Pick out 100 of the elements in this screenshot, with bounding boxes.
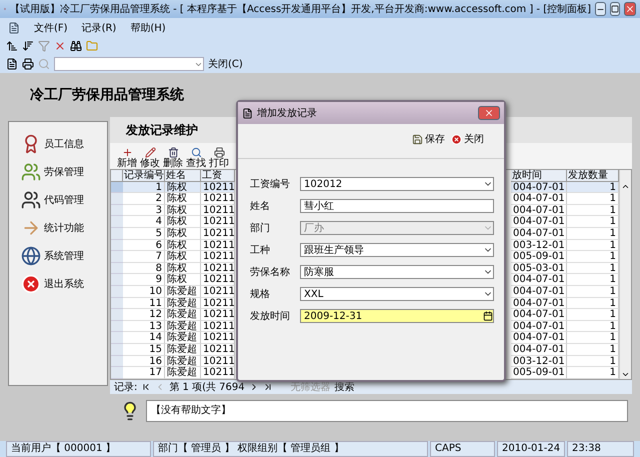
sidebar-item[interactable]: 员工信息	[13, 132, 103, 156]
toolbar-button[interactable]: 修改	[139, 147, 161, 169]
input-field[interactable]: XXL	[300, 287, 494, 301]
row-selector[interactable]	[111, 182, 123, 194]
close-button[interactable]	[624, 2, 636, 16]
table-cell: 陈爱超	[165, 298, 201, 310]
row-selector[interactable]	[111, 228, 123, 240]
menu-item[interactable]: 文件(F)	[34, 20, 68, 34]
table-cell: 1	[567, 286, 619, 298]
menu-item[interactable]: 帮助(H)	[130, 20, 166, 34]
people-icon	[21, 190, 41, 210]
scrollbar[interactable]	[619, 170, 631, 379]
table-cell: 004-07-01	[511, 298, 567, 310]
input-field[interactable]: 彗小红	[300, 199, 494, 213]
search-icon[interactable]	[38, 58, 50, 70]
page-icon[interactable]	[6, 58, 18, 70]
input-field[interactable]: 102012	[300, 177, 494, 191]
column-header[interactable]: 工资	[201, 170, 235, 182]
table-cell: 1	[567, 216, 619, 228]
folder-icon[interactable]	[86, 40, 98, 52]
table-cell: 2	[123, 193, 165, 205]
sort-descending-icon[interactable]	[22, 40, 34, 52]
table-cell: 17	[123, 367, 165, 379]
table-cell: 1	[567, 320, 619, 332]
table-cell: 10211	[201, 251, 235, 263]
row-selector[interactable]	[111, 274, 123, 286]
table-cell: 4	[123, 216, 165, 228]
table-cell: 13	[123, 320, 165, 332]
row-selector[interactable]	[111, 204, 123, 216]
row-selector[interactable]	[111, 251, 123, 263]
search-field[interactable]: 搜索	[334, 380, 355, 394]
toolbar-button[interactable]: 新增	[116, 147, 138, 169]
table-cell: 004-07-01	[511, 216, 567, 228]
row-selector[interactable]	[111, 356, 123, 368]
scroll-up-icon[interactable]	[621, 182, 630, 191]
row-selector[interactable]	[111, 216, 123, 228]
close-button[interactable]	[478, 106, 500, 120]
globe-icon	[21, 246, 41, 266]
column-header[interactable]: 发放数量	[567, 170, 619, 182]
table-cell: 12	[123, 309, 165, 321]
table-cell: 11	[123, 298, 165, 310]
sidebar-item[interactable]: 代码管理	[13, 188, 103, 212]
dialog-title: 增加发放记录	[257, 106, 318, 120]
row-selector[interactable]	[111, 286, 123, 298]
table-cell: 陈爱超	[165, 344, 201, 356]
table-cell: 10211	[201, 309, 235, 321]
dialog-button[interactable]: 关闭	[451, 132, 484, 146]
object-combo[interactable]	[54, 57, 204, 71]
row-selector[interactable]	[111, 344, 123, 356]
menu-item[interactable]: 记录(R)	[82, 20, 116, 34]
field-label: 发放时间	[250, 310, 291, 323]
input-field[interactable]: 跟班生产领导	[300, 243, 494, 257]
row-selector[interactable]	[111, 367, 123, 379]
field-label: 劳保名称	[250, 266, 291, 279]
status-field: 2010-01-24	[497, 441, 565, 457]
table-cell: 10211	[201, 286, 235, 298]
row-selector[interactable]	[111, 298, 123, 310]
input-field[interactable]: 防寒服	[300, 265, 494, 279]
toolbar-button[interactable]: 查找	[185, 147, 207, 169]
maximize-button[interactable]	[610, 2, 620, 16]
row-selector[interactable]	[111, 332, 123, 344]
input-field[interactable]: 2009-12-31	[300, 309, 494, 323]
minimize-button[interactable]	[595, 2, 606, 16]
row-selector[interactable]	[111, 262, 123, 274]
select-all-corner[interactable]	[111, 170, 123, 182]
column-header[interactable]: 记录编号	[123, 170, 165, 182]
table-cell: 003-12-01	[511, 240, 567, 252]
window-title: 【试用版】冷工厂劳保用品管理系统 - [ 本程序基于【Access开发通用平台】开发,平台开发商:www.accessoft.com ] - [控制面板]	[10, 2, 591, 16]
table-cell: 005-03-01	[511, 262, 567, 274]
sidebar-item[interactable]: 退出系统	[13, 272, 103, 296]
table-cell: 陈权	[165, 193, 201, 205]
toolbar-button[interactable]: 打印	[208, 147, 230, 169]
row-selector[interactable]	[111, 240, 123, 252]
table-cell: 004-07-01	[511, 344, 567, 356]
binoculars-icon[interactable]	[70, 40, 82, 52]
filter-icon[interactable]	[38, 40, 50, 52]
close-button[interactable]: 关闭(C)	[208, 57, 243, 71]
table-cell: 10211	[201, 344, 235, 356]
table-cell: 004-07-01	[511, 182, 567, 194]
row-selector[interactable]	[111, 193, 123, 205]
column-header[interactable]: 放时间	[511, 170, 567, 182]
toolbar-button[interactable]: 删除	[162, 147, 184, 169]
sidebar-item[interactable]: 系统管理	[13, 244, 103, 268]
table-cell: 6	[123, 240, 165, 252]
help-text: 【没有帮助文字】	[146, 400, 628, 422]
close-icon	[451, 134, 462, 144]
sort-ascending-icon[interactable]	[6, 40, 18, 52]
row-selector[interactable]	[111, 309, 123, 321]
close-icon[interactable]	[54, 40, 66, 52]
table-cell: 陈权	[165, 216, 201, 228]
sidebar-item[interactable]: 统计功能	[13, 216, 103, 240]
dialog-button[interactable]: 保存	[412, 132, 445, 146]
last-record-icon[interactable]	[262, 382, 273, 392]
row-selector[interactable]	[111, 320, 123, 332]
first-record-icon[interactable]	[141, 382, 152, 392]
column-header[interactable]: 姓名	[165, 170, 201, 182]
sidebar-item[interactable]: 劳保管理	[13, 160, 103, 184]
calendar-icon[interactable]	[483, 311, 493, 321]
field-label: 部门	[250, 222, 271, 235]
printer-icon[interactable]	[22, 58, 34, 70]
